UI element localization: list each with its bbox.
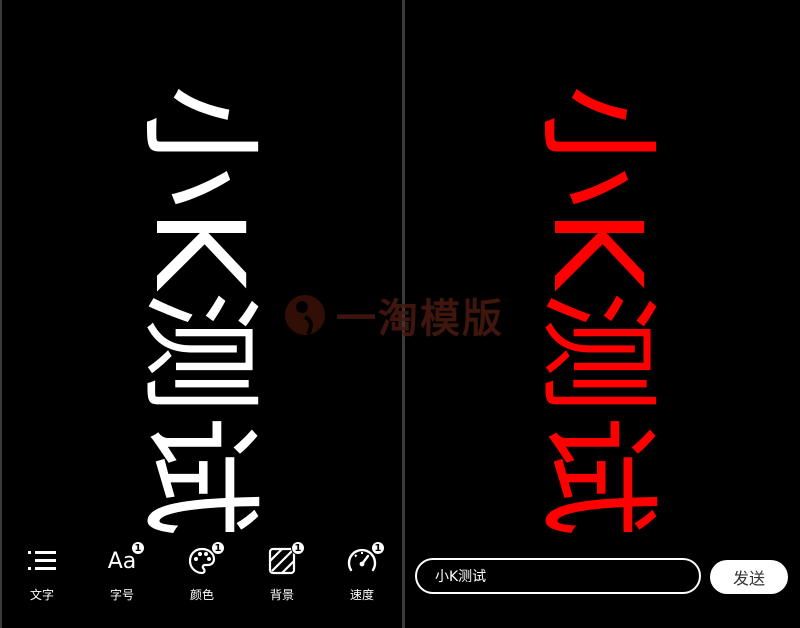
badge: 1 xyxy=(211,541,225,555)
send-button[interactable]: 发送 xyxy=(710,560,788,594)
settings-toolbar: 文字 Aa 1 字号 1 颜色 1 背景 1 速度 xyxy=(2,0,402,628)
text-lines-icon xyxy=(25,544,59,578)
badge: 1 xyxy=(291,541,305,555)
badge: 1 xyxy=(371,541,385,555)
tool-label: 颜色 xyxy=(189,588,214,602)
settings-preview-panel: 小K测试 文字 Aa 1 字号 1 颜色 1 背景 1 速度 xyxy=(2,0,402,628)
tool-label: 背景 xyxy=(269,588,294,602)
tool-label: 速度 xyxy=(349,588,374,602)
tool-font-size[interactable]: Aa 1 字号 xyxy=(90,541,154,603)
font-size-icon: Aa 1 xyxy=(105,541,145,578)
tool-speed[interactable]: 1 速度 xyxy=(330,541,394,603)
badge: 1 xyxy=(131,541,145,555)
message-input[interactable] xyxy=(415,558,701,594)
tool-background[interactable]: 1 背景 xyxy=(250,541,314,603)
palette-icon: 1 xyxy=(185,541,225,578)
speedometer-icon: 1 xyxy=(345,541,385,578)
tool-text[interactable]: 文字 xyxy=(10,544,74,603)
marquee-text-red: 小K测试 xyxy=(526,85,668,540)
tool-color[interactable]: 1 颜色 xyxy=(170,541,234,603)
background-pattern-icon: 1 xyxy=(265,541,305,578)
tool-label: 字号 xyxy=(109,588,134,602)
display-preview-panel: 小K测试 发送 xyxy=(405,0,800,628)
tool-label: 文字 xyxy=(29,588,54,602)
